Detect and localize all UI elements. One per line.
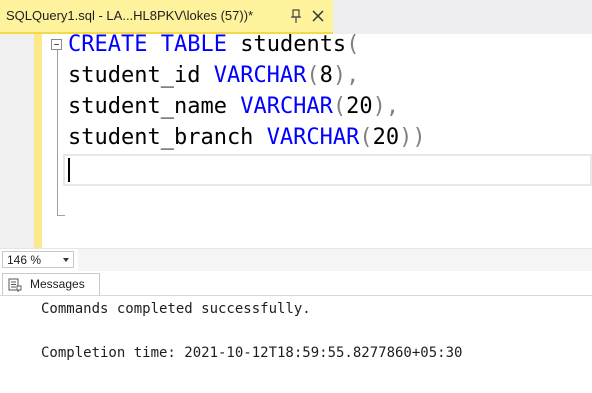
keyword: VARCHAR (266, 125, 360, 150)
keyword: TABLE (160, 32, 227, 57)
identifier: student_name (68, 94, 227, 119)
paren: ( (306, 63, 320, 88)
query-tab[interactable]: SQLQuery1.sql - LA...HL8PKV\lokes (57))* (0, 0, 333, 34)
current-line-highlight (63, 154, 592, 186)
message-line: Completion time: 2021-10-12T18:59:55.827… (41, 345, 463, 361)
messages-tab[interactable]: Messages (2, 273, 100, 295)
paren: ) (399, 125, 413, 150)
paren: ( (346, 32, 360, 57)
number: 20 (346, 94, 373, 119)
zoom-value: 146 % (7, 253, 42, 267)
message-line: Commands completed successfully. (41, 301, 311, 317)
fold-guide-end (57, 215, 65, 216)
close-icon[interactable] (312, 10, 324, 22)
messages-icon (8, 278, 22, 292)
code-line-4: student_branch VARCHAR(20)) (68, 123, 426, 153)
number: 8 (319, 63, 333, 88)
fold-guide (57, 50, 58, 215)
paren: ) (372, 94, 386, 119)
keyword: VARCHAR (213, 63, 307, 88)
keyword: CREATE (68, 32, 148, 57)
pin-icon[interactable] (289, 8, 303, 24)
code-line-2: student_id VARCHAR(8), (68, 61, 359, 91)
editor-gutter (0, 34, 34, 248)
comma: , (346, 63, 360, 88)
sql-editor[interactable]: CREATE TABLE students( student_id VARCHA… (0, 32, 592, 248)
paren: ( (332, 94, 347, 119)
paren: ) (412, 125, 426, 150)
horizontal-scrollbar[interactable] (78, 249, 592, 271)
query-tab-title: SQLQuery1.sql - LA...HL8PKV\lokes (57))* (6, 8, 254, 23)
messages-pane[interactable]: Commands completed successfully. Complet… (0, 296, 592, 393)
collapse-icon[interactable] (51, 39, 62, 50)
identifier: student_branch (68, 125, 254, 150)
code-line-1: CREATE TABLE students( (68, 30, 359, 60)
keyword: VARCHAR (240, 94, 333, 119)
change-indicator-margin (34, 34, 42, 248)
paren: ( (359, 125, 373, 150)
zoom-dropdown[interactable]: 146 % (2, 251, 74, 268)
editor-status-bar: 146 % (0, 248, 592, 271)
identifier: student_id (68, 63, 201, 88)
paren: ) (332, 63, 347, 88)
dropdown-arrow-icon (63, 258, 69, 262)
identifier: students (240, 32, 347, 57)
document-tab-strip: SQLQuery1.sql - LA...HL8PKV\lokes (57))* (0, 0, 592, 34)
results-tab-strip: Messages (0, 273, 592, 296)
number: 20 (372, 125, 400, 150)
comma: , (385, 94, 400, 119)
code-line-3: student_name VARCHAR(20), (68, 92, 399, 122)
messages-tab-label: Messages (30, 277, 85, 291)
text-caret (68, 158, 70, 182)
